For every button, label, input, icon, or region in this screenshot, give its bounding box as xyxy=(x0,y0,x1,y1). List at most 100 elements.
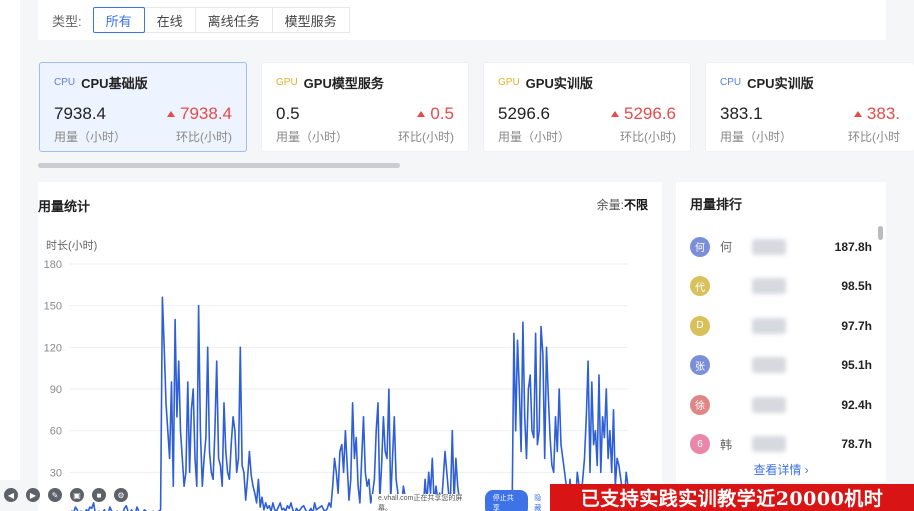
data-point[interactable] xyxy=(558,388,560,390)
data-point[interactable] xyxy=(326,507,328,509)
data-point[interactable] xyxy=(241,464,243,466)
data-point[interactable] xyxy=(223,402,225,404)
data-point[interactable] xyxy=(131,509,133,511)
data-point[interactable] xyxy=(545,346,548,348)
data-point[interactable] xyxy=(286,505,288,507)
data-point[interactable] xyxy=(524,416,526,418)
data-point[interactable] xyxy=(600,471,602,473)
data-point[interactable] xyxy=(333,457,336,459)
data-point[interactable] xyxy=(457,485,459,487)
data-point[interactable] xyxy=(259,506,261,508)
data-point[interactable] xyxy=(170,381,173,383)
data-point[interactable] xyxy=(189,471,191,473)
data-point[interactable] xyxy=(618,464,620,466)
data-point[interactable] xyxy=(359,502,361,504)
data-point[interactable] xyxy=(353,457,355,459)
data-point[interactable] xyxy=(596,464,598,466)
data-point[interactable] xyxy=(527,388,529,390)
hide-button[interactable]: 隐藏 xyxy=(534,493,548,511)
data-point[interactable] xyxy=(319,506,321,508)
data-point[interactable] xyxy=(245,499,247,501)
data-point[interactable] xyxy=(283,507,285,509)
data-point[interactable] xyxy=(252,485,254,487)
data-point[interactable] xyxy=(516,339,519,341)
data-point[interactable] xyxy=(451,430,453,432)
data-point[interactable] xyxy=(535,332,537,334)
data-point[interactable] xyxy=(362,416,365,418)
data-point[interactable] xyxy=(386,457,388,459)
data-point[interactable] xyxy=(219,464,221,466)
data-point[interactable] xyxy=(620,478,622,480)
card-cpu-training[interactable]: CPU CPU实训版 383.1 383. 用量（小时） 环比(小时 xyxy=(705,62,914,152)
data-point[interactable] xyxy=(442,478,444,480)
data-point[interactable] xyxy=(562,457,564,459)
data-point[interactable] xyxy=(183,485,185,487)
data-point[interactable] xyxy=(377,402,379,404)
data-point[interactable] xyxy=(248,450,250,453)
data-point[interactable] xyxy=(123,507,125,509)
data-point[interactable] xyxy=(317,507,319,509)
stop-sharing-button[interactable]: 停止共享 xyxy=(484,489,529,511)
data-point[interactable] xyxy=(553,471,555,473)
data-point[interactable] xyxy=(161,296,163,298)
data-point[interactable] xyxy=(178,360,180,362)
tab-model-service[interactable]: 模型服务 xyxy=(271,7,350,33)
data-point[interactable] xyxy=(163,346,165,348)
data-point[interactable] xyxy=(522,321,524,323)
data-point[interactable] xyxy=(560,444,562,446)
data-point[interactable] xyxy=(341,444,343,446)
data-point[interactable] xyxy=(323,509,325,511)
data-point[interactable] xyxy=(103,509,105,511)
data-point[interactable] xyxy=(547,395,549,397)
data-point[interactable] xyxy=(256,502,258,504)
data-point[interactable] xyxy=(214,430,216,432)
data-point[interactable] xyxy=(254,492,256,494)
data-point[interactable] xyxy=(230,444,232,446)
data-point[interactable] xyxy=(250,474,252,476)
next-icon[interactable]: ▶ xyxy=(26,488,40,502)
data-point[interactable] xyxy=(337,492,339,494)
data-point[interactable] xyxy=(446,471,448,473)
tab-offline-tasks[interactable]: 离线任务 xyxy=(194,7,273,33)
data-point[interactable] xyxy=(257,478,259,480)
data-point[interactable] xyxy=(216,360,218,362)
data-point[interactable] xyxy=(348,499,350,501)
data-point[interactable] xyxy=(587,360,589,362)
data-point[interactable] xyxy=(582,478,584,480)
data-point[interactable] xyxy=(536,444,538,446)
data-point[interactable] xyxy=(236,471,238,473)
data-point[interactable] xyxy=(194,457,196,459)
data-point[interactable] xyxy=(261,496,263,498)
data-point[interactable] xyxy=(381,464,383,466)
data-point[interactable] xyxy=(589,471,591,473)
data-point[interactable] xyxy=(352,402,354,404)
data-point[interactable] xyxy=(263,509,265,511)
data-point[interactable] xyxy=(603,437,606,439)
data-point[interactable] xyxy=(174,319,176,321)
data-point[interactable] xyxy=(551,464,553,466)
data-point[interactable] xyxy=(243,471,245,473)
data-point[interactable] xyxy=(424,478,426,480)
data-point[interactable] xyxy=(564,471,566,473)
data-point[interactable] xyxy=(292,509,294,511)
data-point[interactable] xyxy=(232,416,234,418)
data-point[interactable] xyxy=(402,485,404,487)
tab-all[interactable]: 所有 xyxy=(92,7,145,33)
cards-scrollbar[interactable] xyxy=(38,163,400,168)
usage-line-chart[interactable]: 180 150 120 90 60 30 xyxy=(38,252,662,511)
data-point[interactable] xyxy=(328,502,330,504)
data-point[interactable] xyxy=(611,471,613,473)
card-gpu-model-service[interactable]: GPU GPU模型服务 0.5 0.5 用量（小时） 环比(小时) xyxy=(261,62,469,152)
data-point[interactable] xyxy=(569,478,571,480)
data-point[interactable] xyxy=(540,325,542,328)
data-point[interactable] xyxy=(315,509,317,511)
data-point[interactable] xyxy=(225,450,227,453)
data-point[interactable] xyxy=(192,388,194,390)
data-point[interactable] xyxy=(212,478,214,480)
data-point[interactable] xyxy=(593,444,595,446)
data-point[interactable] xyxy=(160,509,162,511)
data-point[interactable] xyxy=(136,506,138,508)
data-point[interactable] xyxy=(266,507,269,509)
data-point[interactable] xyxy=(198,305,200,307)
tab-online[interactable]: 在线 xyxy=(143,7,196,33)
